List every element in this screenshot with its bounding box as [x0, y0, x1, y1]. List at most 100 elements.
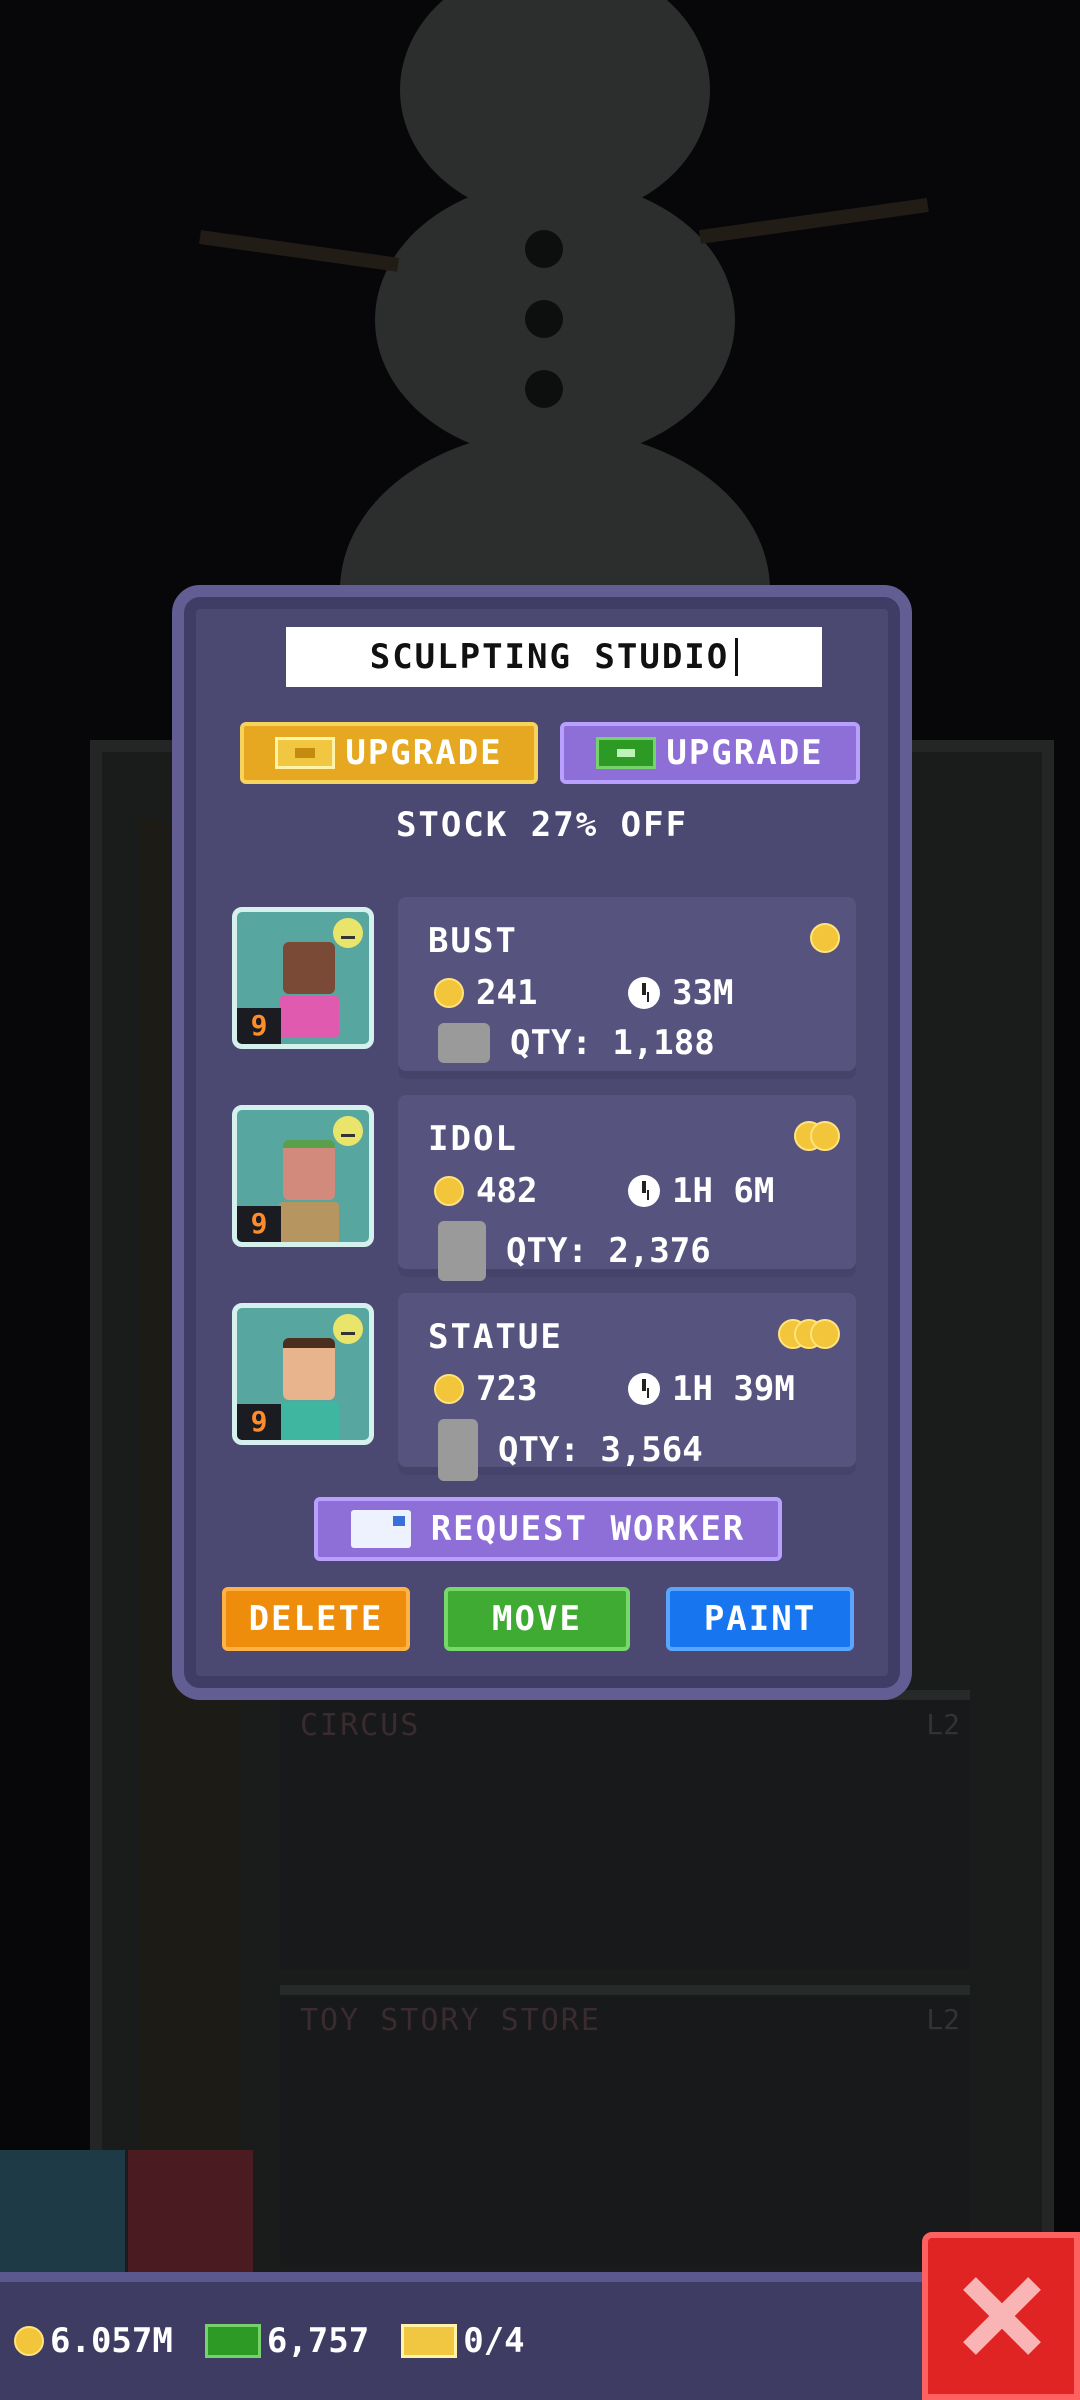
worker-body: [279, 996, 339, 1038]
product-tier: [810, 923, 840, 953]
coin-icon: [810, 1121, 840, 1151]
tickets-value: 0/4: [463, 2321, 525, 2361]
snowman-button: [525, 300, 563, 338]
worker-body: [279, 1202, 339, 1242]
mood-icon: [333, 1116, 363, 1146]
qty-value: QTY: 3,564: [498, 1430, 703, 1470]
price-value: 723: [476, 1369, 538, 1409]
product-tier: [794, 1121, 840, 1151]
floor-level: L2: [926, 1708, 960, 1741]
price-value: 482: [476, 1171, 538, 1211]
floor-name-text: SCULPTING STUDIO: [369, 637, 730, 677]
product-card-statue[interactable]: STATUE 723 1H 39M QTY: 3,564: [398, 1293, 856, 1481]
worker-slot-1[interactable]: 9: [232, 907, 374, 1049]
bux-icon: [204, 2324, 261, 2358]
clock-icon: [628, 977, 660, 1009]
product-name: BUST: [428, 921, 518, 961]
envelope-icon: [350, 1510, 411, 1548]
worker-sprite: [279, 1338, 339, 1440]
price-value: 241: [476, 973, 538, 1013]
product-name: STATUE: [428, 1317, 563, 1357]
floor-title: TOY STORY STORE: [300, 2003, 601, 2038]
request-worker-button[interactable]: REQUEST WORKER: [314, 1497, 782, 1561]
idol-icon: [438, 1221, 486, 1281]
mood-icon: [333, 1314, 363, 1344]
coin-icon: [434, 978, 464, 1008]
worker-head: [283, 1140, 335, 1200]
text-caret: [735, 638, 739, 676]
product-card-bust[interactable]: BUST 241 33M QTY: 1,188: [398, 897, 856, 1079]
stock-discount-text: STOCK 27% OFF: [395, 805, 689, 845]
coin-icon: [14, 2326, 44, 2356]
tickets-counter: 0/4: [401, 2321, 525, 2361]
worker-level: 9: [237, 1206, 281, 1242]
product-time: 1H 6M: [628, 1171, 774, 1211]
clock-icon: [628, 1175, 660, 1207]
paint-button[interactable]: PAINT: [666, 1587, 854, 1651]
coin-icon: [434, 1176, 464, 1206]
time-value: 33M: [672, 973, 734, 1013]
upgrade-label: UPGRADE: [666, 733, 824, 773]
elevator-tool-button[interactable]: [0, 2150, 125, 2275]
product-name: IDOL: [428, 1119, 518, 1159]
coins-counter: 6.057M: [14, 2321, 173, 2361]
worker-head: [283, 1338, 335, 1400]
delete-button[interactable]: DELETE: [222, 1587, 410, 1651]
snowman-button: [525, 230, 563, 268]
product-qty: QTY: 1,188: [438, 1023, 715, 1063]
worker-sprite: [279, 942, 339, 1038]
floor-dialog: SCULPTING STUDIO UPGRADE UPGRADE STOCK 2…: [172, 585, 912, 1700]
product-price: 723: [434, 1369, 537, 1409]
clock-icon: [628, 1373, 660, 1405]
bust-icon: [438, 1023, 490, 1063]
paint-label: PAINT: [703, 1599, 817, 1639]
upgrade-with-bux-button[interactable]: UPGRADE: [560, 722, 860, 784]
upgrade-with-ticket-button[interactable]: UPGRADE: [240, 722, 538, 784]
worker-slot-3[interactable]: 9: [232, 1303, 374, 1445]
background-floor: TOY STORY STORE L2: [280, 1985, 970, 2265]
floor-level: L2: [926, 2003, 960, 2036]
coin-icon: [810, 923, 840, 953]
bux-counter: 6,757: [204, 2321, 370, 2361]
qty-value: QTY: 1,188: [510, 1023, 715, 1063]
floor-title: CIRCUS: [300, 1708, 421, 1743]
snowman-button: [525, 370, 563, 408]
bux-icon: [596, 737, 657, 769]
product-card-idol[interactable]: IDOL 482 1H 6M QTY: 2,376: [398, 1095, 856, 1281]
worker-sprite: [279, 1140, 339, 1242]
snowman-arm: [199, 230, 400, 272]
statue-icon: [438, 1419, 478, 1481]
background-floor: CIRCUS L2: [280, 1690, 970, 1970]
close-button[interactable]: [922, 2232, 1080, 2400]
coins-value: 6.057M: [50, 2321, 173, 2361]
worker-level: 9: [237, 1404, 281, 1440]
worker-slot-2[interactable]: 9: [232, 1105, 374, 1247]
product-price: 241: [434, 973, 537, 1013]
coin-icon: [434, 1374, 464, 1404]
worker-body: [279, 1402, 339, 1440]
time-value: 1H 6M: [672, 1171, 775, 1211]
mood-icon: [333, 918, 363, 948]
move-button[interactable]: MOVE: [444, 1587, 630, 1651]
coin-icon: [810, 1319, 840, 1349]
product-time: 1H 39M: [628, 1369, 795, 1409]
time-value: 1H 39M: [672, 1369, 795, 1409]
request-worker-label: REQUEST WORKER: [430, 1509, 746, 1549]
product-tier: [778, 1319, 840, 1349]
product-time: 33M: [628, 973, 733, 1013]
ticket-icon: [401, 2324, 458, 2358]
currency-bar: 6.057M 6,757 0/4: [0, 2272, 922, 2400]
delete-label: DELETE: [248, 1599, 384, 1639]
product-price: 482: [434, 1171, 537, 1211]
product-qty: QTY: 2,376: [438, 1221, 711, 1281]
move-floor-button[interactable]: [128, 2150, 253, 2275]
snowman-arm: [699, 198, 929, 244]
ticket-icon: [275, 737, 336, 769]
move-label: MOVE: [492, 1599, 582, 1639]
upgrade-label: UPGRADE: [345, 733, 503, 773]
bux-value: 6,757: [266, 2321, 370, 2361]
qty-value: QTY: 2,376: [506, 1231, 711, 1271]
product-qty: QTY: 3,564: [438, 1419, 703, 1481]
worker-head: [283, 942, 335, 994]
floor-name-input[interactable]: SCULPTING STUDIO: [286, 627, 822, 687]
